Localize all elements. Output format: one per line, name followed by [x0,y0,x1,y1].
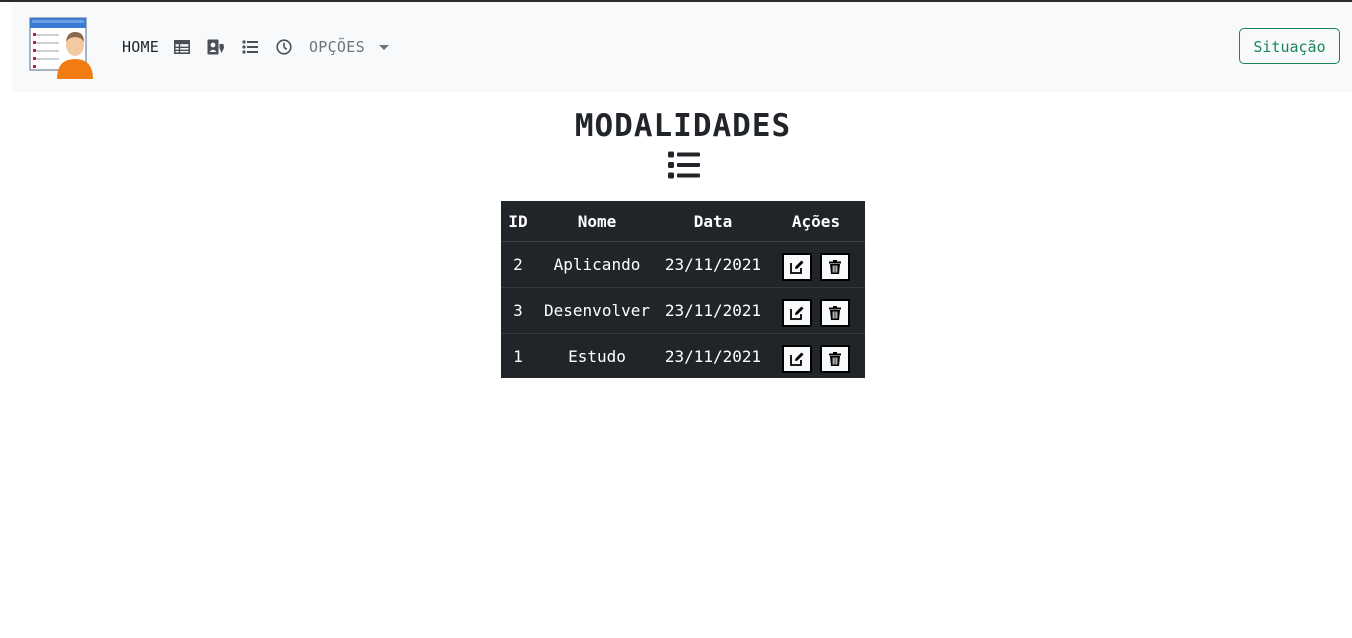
app-logo[interactable] [29,17,93,79]
cell-acoes [767,334,865,380]
nav-opcoes-dropdown[interactable]: OPÇÕES [309,38,389,56]
trash-icon [829,259,841,274]
list-icon[interactable] [241,38,259,56]
delete-button[interactable] [820,252,850,281]
cell-nome: Desenvolver [535,287,659,334]
user-tag-icon[interactable] [207,38,225,56]
navbar: HOME OPÇÕES Situação [12,2,1352,92]
cell-nome: Aplicando [535,241,659,288]
cell-id: 3 [501,287,535,334]
table-icon[interactable] [173,38,191,56]
header-data: Data [659,201,767,242]
cell-data: 23/11/2021 [659,241,767,288]
modalidades-table-container: ID Nome Data Ações 2 Aplicando 23/11/202… [501,201,865,378]
table-row: 3 Desenvolver 23/11/2021 [501,287,865,334]
cell-id: 2 [501,241,535,288]
header-nome: Nome [535,201,659,242]
edit-icon [790,306,804,320]
trash-icon [829,351,841,366]
situacao-button[interactable]: Situação [1239,28,1340,64]
cell-acoes [767,241,865,288]
cell-acoes [767,287,865,334]
edit-button[interactable] [782,252,812,281]
edit-icon [790,352,804,366]
edit-icon [790,260,804,274]
nav-home-link[interactable]: HOME [122,38,159,56]
list-icon [668,151,700,179]
cell-nome: Estudo [568,347,626,366]
caret-down-icon [378,44,389,50]
nav-menu: HOME OPÇÕES [122,36,389,58]
table-header-row: ID Nome Data Ações [501,201,865,242]
nav-opcoes-label: OPÇÕES [308,38,365,56]
header-acoes: Ações [767,201,865,242]
modalidades-table: ID Nome Data Ações 2 Aplicando 23/11/202… [501,201,865,379]
delete-button[interactable] [820,344,850,373]
delete-button[interactable] [820,298,850,327]
cell-data: 23/11/2021 [664,347,762,366]
table-row: 2 Aplicando 23/11/2021 [501,241,865,288]
header-id: ID [501,201,535,242]
clock-icon[interactable] [275,38,293,56]
cell-data: 23/11/2021 [659,287,767,334]
table-row: 1 Estudo 23/11/2021 [501,334,865,380]
edit-button[interactable] [782,298,812,327]
trash-icon [829,305,841,320]
edit-button[interactable] [782,344,812,373]
cell-id: 1 [513,347,523,366]
page-title: MODALIDADES [574,108,792,144]
